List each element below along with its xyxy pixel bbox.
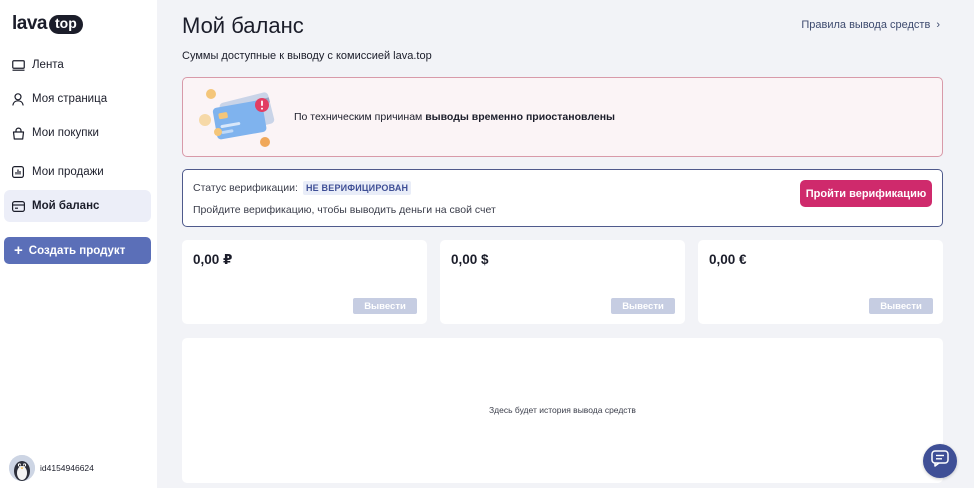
user-profile[interactable]: id4154946624 [9,455,94,481]
logo[interactable]: lava top [12,13,83,35]
sidebar-item-balance[interactable]: Мой баланс [4,190,151,222]
withdraw-button[interactable]: Вывести [353,298,417,314]
withdrawal-suspended-alert: По техническим причинам выводы временно … [182,77,943,157]
chat-icon [931,450,949,472]
avatar[interactable] [9,455,35,481]
verification-status-label: Статус верификации: [193,182,298,194]
balance-card-eur: 0,00 € Вывести [698,240,943,324]
verification-hint: Пройдите верификацию, чтобы выводить ден… [193,204,496,216]
sidebar-item-my-page[interactable]: Моя страница [4,83,151,115]
withdrawal-rules-label: Правила вывода средств [801,19,931,31]
logo-text: lava [12,13,47,34]
page-subtitle: Суммы доступные к выводу с комиссией lav… [182,50,432,62]
sidebar: lava top Лента Моя страница Мои покупки … [0,0,157,488]
history-empty-message: Здесь будет история вывода средств [489,405,636,415]
sidebar-item-sales[interactable]: Мои продажи [4,156,151,188]
withdraw-button[interactable]: Вывести [611,298,675,314]
bag-icon [11,126,25,140]
sidebar-item-label: Моя страница [32,93,108,105]
page-title: Мой баланс [182,13,304,38]
sidebar-item-label: Мои покупки [32,127,99,139]
sidebar-item-label: Лента [32,59,64,71]
wallet-icon [11,199,25,213]
sidebar-item-purchases[interactable]: Мои покупки [4,117,151,149]
withdraw-button[interactable]: Вывести [869,298,933,314]
withdrawal-rules-link[interactable]: Правила вывода средств › [801,19,940,31]
chart-icon [11,165,25,179]
chevron-right-icon: › [936,19,940,31]
balance-amount: 0,00 ₽ [193,252,233,267]
verification-status: Статус верификации: НЕ ВЕРИФИЦИРОВАН [193,181,412,195]
sidebar-item-label: Мои продажи [32,166,104,178]
support-chat-button[interactable] [923,444,957,478]
user-icon [11,92,25,106]
withdrawal-history: Здесь будет история вывода средств [182,338,943,483]
alert-message: По техническим причинам выводы временно … [294,111,615,123]
balance-amount: 0,00 € [709,252,747,267]
logo-badge: top [48,14,83,34]
user-id: id4154946624 [40,463,94,473]
balance-amount: 0,00 $ [451,252,489,267]
start-verification-button[interactable]: Пройти верификацию [800,180,932,207]
alert-message-bold: выводы временно приостановлены [425,111,616,123]
balance-card-rub: 0,00 ₽ Вывести [182,240,427,324]
alert-message-prefix: По техническим причинам [294,111,426,123]
plus-icon: + [14,242,23,259]
verification-panel: Статус верификации: НЕ ВЕРИФИЦИРОВАН Про… [182,169,943,227]
feed-icon [11,58,25,72]
sidebar-item-feed[interactable]: Лента [4,49,151,81]
create-product-button[interactable]: + Создать продукт [4,237,151,264]
cards-illustration-icon [199,84,291,152]
create-product-label: Создать продукт [28,244,126,257]
sidebar-item-label: Мой баланс [32,200,100,212]
balance-card-usd: 0,00 $ Вывести [440,240,685,324]
status-badge: НЕ ВЕРИФИЦИРОВАН [302,181,412,195]
